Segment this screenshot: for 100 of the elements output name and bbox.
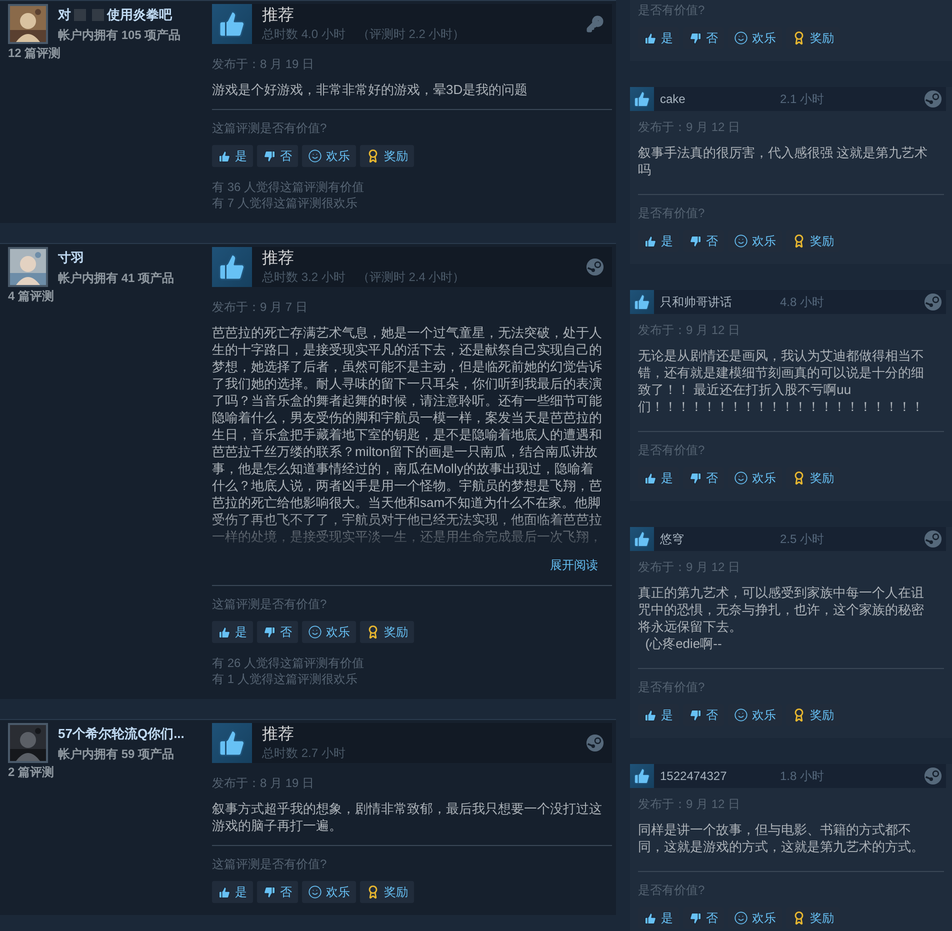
thumbs-up-icon xyxy=(633,530,651,548)
helpful-prompt: 是否有价值? xyxy=(638,442,706,459)
vote-button[interactable]: 是 xyxy=(212,881,253,903)
verdict-label: 推荐 xyxy=(262,724,295,744)
thumbs-up-icon xyxy=(644,472,657,484)
smiley-icon xyxy=(308,885,322,899)
thumbs-up-icon xyxy=(644,708,657,722)
thumbs-down-icon xyxy=(689,32,702,44)
review-text: 同样是讲一个故事，但与电影、书籍的方式都不同，这就是游戏的方式，这就是第九艺术的方式。 xyxy=(638,821,925,855)
logo-icon xyxy=(586,734,604,752)
helpful-prompt: 这篇评测是否有价值? xyxy=(212,596,328,613)
thumbs-up-icon xyxy=(217,9,247,39)
posted-date: 发布于：9 月 7 日 xyxy=(212,299,308,316)
playtime: 1.8 小时 xyxy=(780,768,826,784)
smiley-icon xyxy=(734,31,748,45)
playtime: 总时数 3.2 小时 xyxy=(262,268,346,286)
award-icon xyxy=(792,911,806,925)
vote-button[interactable]: 欢乐 xyxy=(302,145,356,167)
verdict-label: 推荐 xyxy=(262,248,295,268)
thumbs-up-icon xyxy=(644,234,657,248)
review-text: 真正的第九艺术，可以感受到家族中每一个人在诅咒中的恐惧，无奈与挣扎，也许，这个家族的秘密将永远保留下去。 (心疼edie啊-- xyxy=(638,584,925,652)
logo-icon xyxy=(924,293,942,311)
vote-button[interactable]: 奖励 xyxy=(360,145,414,167)
smiley-icon xyxy=(734,471,748,485)
thumbs-up-icon xyxy=(218,150,231,162)
vote-summary: 有 36 人觉得这篇评测有价值 xyxy=(212,179,366,195)
author-name[interactable]: 57个希尔轮流Q你们... xyxy=(58,725,206,743)
posted-date: 发布于：9 月 12 日 xyxy=(638,559,742,576)
posted-date: 发布于：9 月 12 日 xyxy=(638,796,742,813)
logo-icon xyxy=(924,530,942,548)
product-count: 帐户内拥有 41 项产品 xyxy=(58,270,176,287)
helpful-prompt: 是否有价值? xyxy=(638,679,706,696)
review-text: 游戏是个好游戏，非常非常好的游戏，晕3D是我的问题 xyxy=(212,81,529,98)
playtime: 2.1 小时 xyxy=(780,90,826,108)
review-text: 芭芭拉的死亡存满艺术气息，她是一个过气童星，无法突破，处于人生的十字路口，是接受现实平凡的活下去，还是献祭自己实现自己的梦想，她选择了后者，虽然可能不是主动，但是临死前她的幻觉告诉了我们她的选择。耐人寻味的留下一只耳朵，你们听到我最后的表演了吗？当音乐盒的舞者起舞的时候，请注意聆听。还有一些细节可能隐喻着什么，男友受伤的脚和宇航员一模一样，案发当天是芭芭拉的生日，音乐盒把手藏着地下室的钥匙，是不是隐喻着地底人的遭遇和芭芭拉千丝万缕的联系？milton留下的画是一只南瓜，结合南瓜讲故事，他是怎么知道事情经过的，南瓜在Molly的故事出现过，隐喻着什么？地底人说，两者凶手是用一个怪物。宇航员的梦想是飞翔，芭芭拉的死亡给他影响很大。当天他和sam不知道为什么不在家。他脚受伤了再也飞不了了，宇航员对于他已经无法实现，他面临着芭芭拉一样的处境，是接受现实平淡一生，还是用生命完成最后一次飞翔， xyxy=(212,324,603,545)
product-count: 帐户内拥有 105 项产品 xyxy=(58,27,182,44)
author-name[interactable]: 寸羽 xyxy=(58,249,206,267)
author-name[interactable]: cake xyxy=(660,92,780,106)
thumbs-up-icon xyxy=(644,912,657,924)
thumbs-down-icon xyxy=(263,886,276,898)
thumbs-up-icon xyxy=(644,32,657,44)
vote-button[interactable]: 否 xyxy=(257,881,298,903)
vote-button[interactable]: 是 xyxy=(212,145,253,167)
vote-button[interactable]: 欢乐 xyxy=(302,621,356,643)
thumbs-up-icon xyxy=(633,767,651,785)
review-text: 叙事方式超乎我的想象，剧情非常致郁，最后我只想要一个没打过这游戏的脑子再打一遍。 xyxy=(212,800,603,834)
vote-summary: 有 7 人觉得这篇评测很欢乐 xyxy=(212,195,358,211)
vote-button[interactable]: 否 xyxy=(257,621,298,643)
playtime: 2.5 小时 xyxy=(780,530,826,548)
logo-icon xyxy=(924,90,942,108)
posted-date: 发布于：8 月 19 日 xyxy=(212,775,316,792)
smiley-icon xyxy=(734,234,748,248)
award-icon xyxy=(792,31,806,45)
vote-button[interactable]: 是 xyxy=(212,621,253,643)
playtime: 总时数 4.0 小时 xyxy=(262,26,346,42)
helpful-prompt: 是否有价值? xyxy=(638,882,706,899)
thumbs-down-icon xyxy=(689,708,702,722)
logo-icon xyxy=(924,767,942,785)
smiley-icon xyxy=(308,149,322,163)
playtime-at-review: （评测时 2.2 小时） xyxy=(357,26,465,42)
review-text: 叙事手法真的很厉害，代入感很强 这就是第九艺术吗 xyxy=(638,144,929,178)
thumbs-up-icon xyxy=(217,252,247,282)
award-icon xyxy=(792,234,806,248)
thumbs-up-icon xyxy=(218,626,231,638)
award-icon xyxy=(366,885,380,899)
author-name[interactable]: 只和帅哥讲话 xyxy=(660,294,780,310)
review-count: 2 篇评测 xyxy=(8,764,56,781)
logo-icon xyxy=(586,258,604,276)
thumbs-down-icon xyxy=(263,150,276,162)
playtime: 总时数 2.7 小时 xyxy=(262,744,346,762)
author-name[interactable]: 1522474327 xyxy=(660,769,780,783)
thumbs-down-icon xyxy=(263,626,276,638)
author-name[interactable]: 对 使用炎拳吧 xyxy=(58,6,206,24)
award-icon xyxy=(792,471,806,485)
review-count: 4 篇评测 xyxy=(8,288,56,305)
award-icon xyxy=(792,708,806,722)
thumbs-down-icon xyxy=(689,472,702,484)
author-name[interactable]: 悠穹 xyxy=(660,530,780,548)
vote-button[interactable]: 奖励 xyxy=(360,621,414,643)
smiley-icon xyxy=(734,911,748,925)
helpful-prompt: 是否有价值? xyxy=(638,2,706,19)
playtime-at-review: （评测时 2.4 小时） xyxy=(357,268,465,286)
vote-button[interactable]: 欢乐 xyxy=(302,881,356,903)
smiley-icon xyxy=(308,625,322,639)
product-count: 帐户内拥有 59 项产品 xyxy=(58,746,176,763)
expand-link[interactable]: 展开阅读 xyxy=(550,557,598,574)
vote-button[interactable]: 否 xyxy=(257,145,298,167)
vote-button[interactable]: 奖励 xyxy=(360,881,414,903)
vote-summary: 有 26 人觉得这篇评测有价值 xyxy=(212,655,366,671)
award-icon xyxy=(366,149,380,163)
vote-summary: 有 1 人觉得这篇评测很欢乐 xyxy=(212,671,358,687)
helpful-prompt: 这篇评测是否有价值? xyxy=(212,120,328,137)
posted-date: 发布于：9 月 12 日 xyxy=(638,322,742,339)
award-icon xyxy=(366,625,380,639)
verdict-label: 推荐 xyxy=(262,6,295,26)
thumbs-up-icon xyxy=(217,728,247,758)
thumbs-down-icon xyxy=(689,234,702,248)
review-count: 12 篇评测 xyxy=(8,45,62,62)
thumbs-up-icon xyxy=(218,886,231,898)
thumbs-down-icon xyxy=(689,912,702,924)
